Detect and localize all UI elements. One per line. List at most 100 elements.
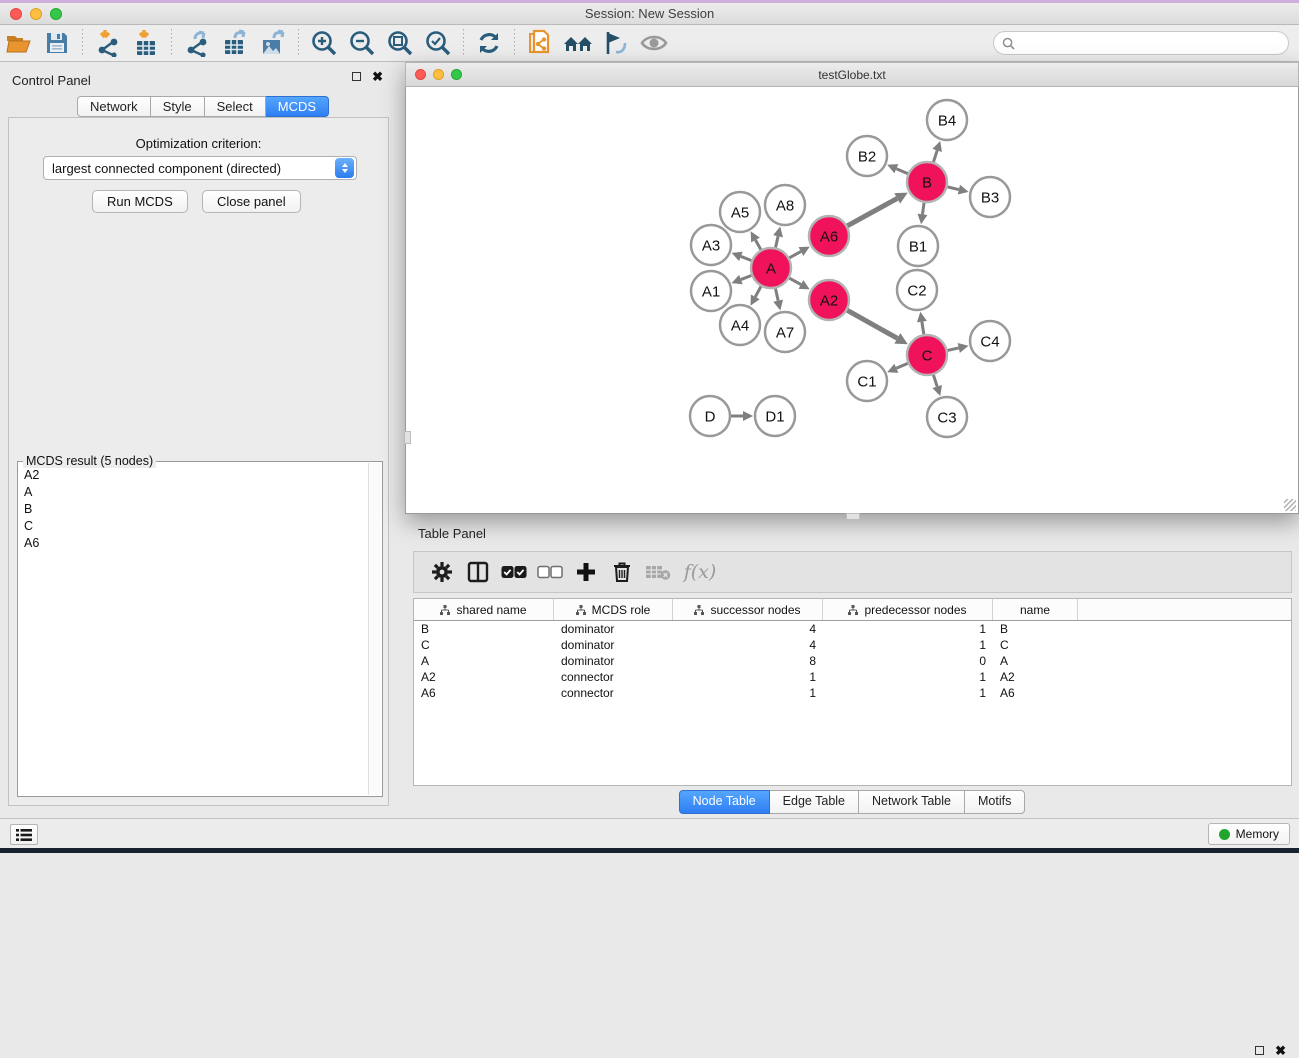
home-layout-button[interactable] <box>559 26 597 60</box>
edge-A-A1[interactable] <box>741 276 752 280</box>
edge-C-C4[interactable] <box>947 348 958 351</box>
delete-table-button[interactable] <box>640 554 676 590</box>
show-column-panel-button[interactable] <box>460 554 496 590</box>
mcds-result-item[interactable]: B <box>19 500 368 517</box>
criterion-dropdown[interactable]: largest connected component (directed) <box>43 156 357 180</box>
network-canvas[interactable]: B4B2BB3A8A5A6A3B1AC2A1A2A4A7C4CC1DD1C3 <box>405 87 1299 514</box>
table-cell: 1 <box>823 686 993 700</box>
graph-node-label: C2 <box>907 283 926 300</box>
select-all-columns-button[interactable] <box>496 554 532 590</box>
mcds-result-list[interactable]: A2ABCA6 <box>19 466 368 795</box>
search-input[interactable] <box>1020 36 1280 50</box>
edge-A-A8[interactable] <box>776 236 779 247</box>
show-all-button[interactable] <box>635 26 673 60</box>
edge-A-A6[interactable] <box>789 251 801 257</box>
graph-node-label: D1 <box>765 409 784 426</box>
delete-column-button[interactable] <box>604 554 640 590</box>
zoom-selected-button[interactable] <box>419 26 457 60</box>
control-panel-tabs: NetworkStyleSelectMCDS <box>77 96 329 117</box>
edge-B-B3[interactable] <box>947 187 958 190</box>
export-table-button[interactable] <box>216 26 254 60</box>
zoom-fit-button[interactable] <box>381 26 419 60</box>
graph-node-label: A7 <box>776 325 794 342</box>
tab-network-table[interactable]: Network Table <box>859 790 965 814</box>
table-row[interactable]: A6connector11A6 <box>414 685 1291 701</box>
table-row[interactable]: A2connector11A2 <box>414 669 1291 685</box>
splitter-handle-horizontal[interactable] <box>846 513 860 520</box>
edge-C-C3[interactable] <box>933 375 937 387</box>
mcds-result-item[interactable]: A <box>19 483 368 500</box>
create-column-button[interactable] <box>568 554 604 590</box>
hide-selected-button[interactable] <box>597 26 635 60</box>
column-header-empty[interactable] <box>1078 599 1291 620</box>
column-header-successor-nodes[interactable]: successor nodes <box>673 599 823 620</box>
window-resize-grip[interactable] <box>1284 499 1296 511</box>
edge-B-B2[interactable] <box>896 169 907 174</box>
float-table-panel-icon[interactable] <box>1255 1046 1264 1055</box>
close-table-panel-icon[interactable]: ✖ <box>1275 1046 1286 1055</box>
edge-A-A4[interactable] <box>755 286 761 296</box>
table-settings-button[interactable] <box>424 554 460 590</box>
edge-C-C1[interactable] <box>896 363 907 368</box>
tab-select[interactable]: Select <box>205 96 266 117</box>
edge-A2-C[interactable] <box>847 310 897 338</box>
edge-A-A2[interactable] <box>789 278 801 284</box>
table-row[interactable]: Bdominator41B <box>414 621 1291 637</box>
attribute-icon <box>694 605 704 615</box>
table-row[interactable]: Cdominator41C <box>414 637 1291 653</box>
column-header-name[interactable]: name <box>993 599 1078 620</box>
table-cell: C <box>414 638 554 652</box>
mcds-list-scrollbar[interactable] <box>368 463 381 795</box>
refresh-button[interactable] <box>470 26 508 60</box>
memory-button[interactable]: Memory <box>1208 823 1290 845</box>
table-cell: connector <box>554 670 673 684</box>
graph-node-label: C1 <box>857 374 876 391</box>
mcds-result-item[interactable]: A2 <box>19 466 368 483</box>
zoom-in-button[interactable] <box>305 26 343 60</box>
checked-boxes-icon <box>501 565 527 579</box>
export-network-button[interactable] <box>178 26 216 60</box>
column-header-predecessor-nodes[interactable]: predecessor nodes <box>823 599 993 620</box>
import-network-button[interactable] <box>89 26 127 60</box>
open-file-button[interactable] <box>0 26 38 60</box>
function-builder-button[interactable]: f(x) <box>676 554 724 590</box>
tab-network[interactable]: Network <box>77 96 151 117</box>
import-table-button[interactable] <box>127 26 165 60</box>
search-field[interactable] <box>993 31 1289 55</box>
mcds-result-item[interactable]: C <box>19 517 368 534</box>
network-view-window: testGlobe.txt B4B2BB3A8A5A6A3B1AC2A1A2A4… <box>405 62 1299 514</box>
table-panel-title: Table Panel <box>418 526 486 541</box>
edge-A-A7[interactable] <box>775 289 778 301</box>
edge-A-A3[interactable] <box>741 256 752 260</box>
tab-edge-table[interactable]: Edge Table <box>770 790 859 814</box>
close-panel-button[interactable]: Close panel <box>202 190 301 213</box>
edge-B-B1[interactable] <box>922 203 924 215</box>
arrowhead <box>917 312 927 323</box>
run-mcds-button[interactable]: Run MCDS <box>92 190 188 213</box>
export-image-button[interactable] <box>254 26 292 60</box>
network-window-titlebar[interactable]: testGlobe.txt <box>405 62 1299 87</box>
edge-C-C2[interactable] <box>922 322 924 335</box>
column-header-MCDS-role[interactable]: MCDS role <box>554 599 673 620</box>
mcds-result-item[interactable]: A6 <box>19 534 368 551</box>
edge-A6-B[interactable] <box>847 198 897 225</box>
tab-node-table[interactable]: Node Table <box>679 790 770 814</box>
tab-motifs[interactable]: Motifs <box>965 790 1025 814</box>
edge-B-B4[interactable] <box>933 150 937 162</box>
tab-mcds[interactable]: MCDS <box>266 96 329 117</box>
graph-node-label: A4 <box>731 318 749 335</box>
edge-A-A5[interactable] <box>755 240 760 250</box>
tab-style[interactable]: Style <box>151 96 205 117</box>
splitter-handle-vertical[interactable] <box>404 431 411 444</box>
close-panel-icon[interactable]: ✖ <box>372 72 383 81</box>
save-session-button[interactable] <box>38 26 76 60</box>
arrowhead <box>773 300 783 311</box>
column-header-shared-name[interactable]: shared name <box>414 599 554 620</box>
table-cell: 4 <box>673 622 823 636</box>
unselect-all-columns-button[interactable] <box>532 554 568 590</box>
duplicate-network-button[interactable] <box>521 26 559 60</box>
status-list-button[interactable] <box>10 824 38 845</box>
zoom-out-button[interactable] <box>343 26 381 60</box>
float-panel-icon[interactable] <box>352 72 361 81</box>
table-row[interactable]: Adominator80A <box>414 653 1291 669</box>
